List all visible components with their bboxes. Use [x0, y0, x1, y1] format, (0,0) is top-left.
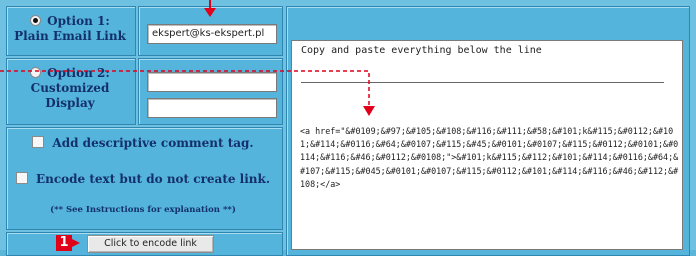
custom-display-input-1[interactable]	[147, 72, 277, 92]
option1-label: Option 1: Plain Email Link	[8, 14, 132, 44]
comment-tag-label: Add descriptive comment tag.	[52, 136, 254, 150]
comment-tag-checkbox[interactable]	[32, 136, 45, 148]
encode-text-option: Encode text but do not create link.	[10, 172, 276, 187]
option2-label-line3: Display	[45, 96, 95, 110]
option2-label: Option 2: Customized Display	[8, 66, 132, 111]
option2-radio[interactable]	[30, 67, 42, 78]
encode-text-checkbox[interactable]	[15, 172, 28, 184]
option1-radio[interactable]	[30, 15, 42, 26]
option2-label-line1: Option 2:	[47, 66, 110, 80]
email-input[interactable]: ekspert@ks-ekspert.pl	[147, 24, 277, 44]
comment-tag-option: Add descriptive comment tag.	[10, 136, 276, 151]
encode-text-label: Encode text but do not create link.	[35, 172, 271, 186]
encoded-output-textarea[interactable]: Copy and paste everything below the line…	[291, 40, 683, 250]
custom-display-input-2[interactable]	[147, 98, 277, 118]
step-badge: 1	[56, 235, 72, 251]
output-header: Copy and paste everything below the line	[301, 45, 542, 56]
output-separator	[301, 82, 664, 83]
option2-label-line2: Customized	[30, 81, 110, 95]
option1-label-line2: Plain Email Link	[14, 29, 126, 43]
option1-label-line1: Option 1:	[47, 14, 110, 28]
instructions-note: (** See Instructions for explanation **)	[50, 205, 236, 215]
encoder-form: Option 1: Plain Email Link ekspert@ks-ek…	[0, 0, 696, 256]
encode-link-button[interactable]: Click to encode link	[87, 235, 214, 253]
encoded-code: <a href="&#0109;&#97;&#105;&#108;&#116;&…	[300, 126, 679, 189]
